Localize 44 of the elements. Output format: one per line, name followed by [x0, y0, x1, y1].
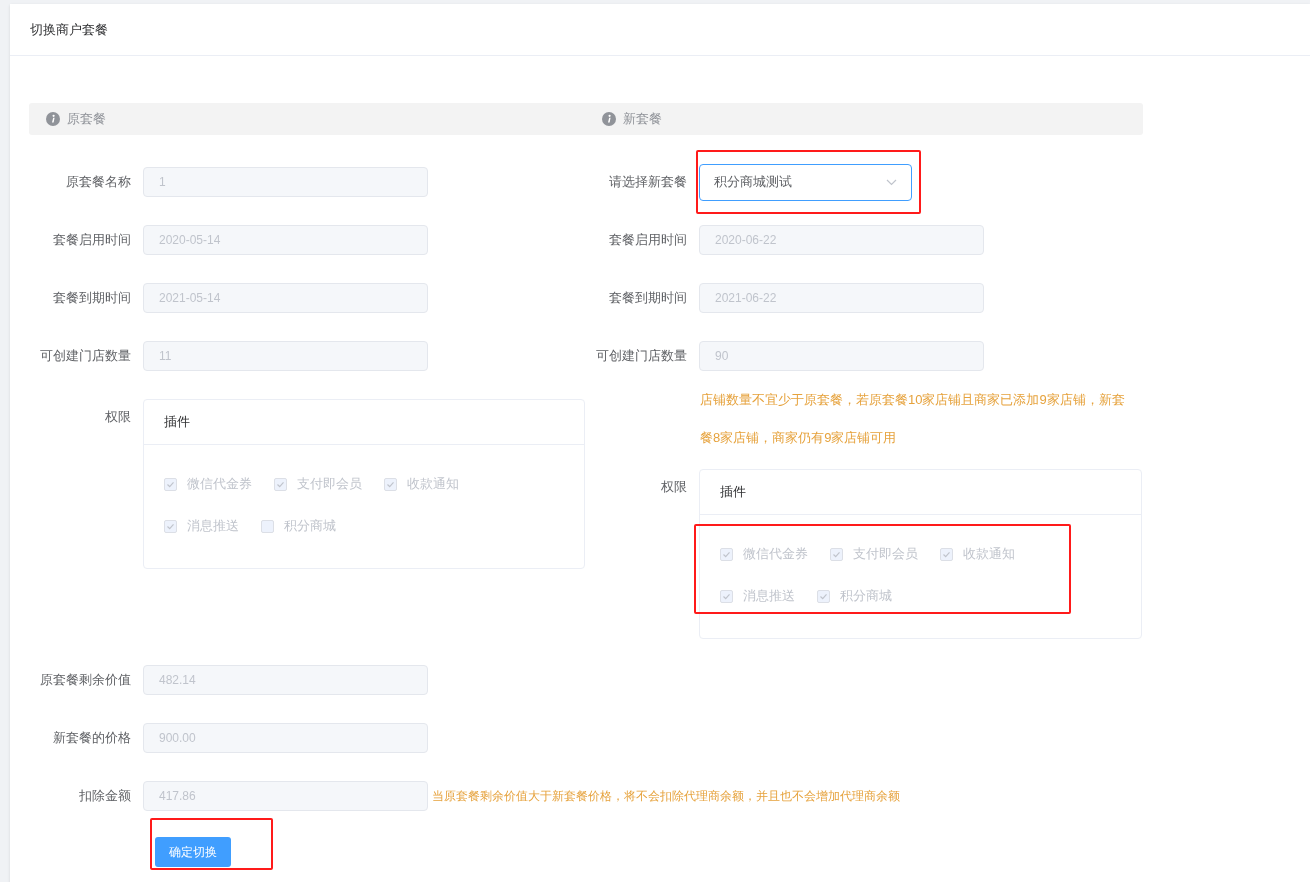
deduction-hint: 当原套餐剩余价值大于新套餐价格，将不会扣除代理商余额，并且也不会增加代理商余额: [432, 788, 900, 805]
plugin-checkbox[interactable]: 积分商城: [817, 586, 892, 606]
card-title: 插件: [163, 413, 190, 432]
check-icon: [832, 549, 841, 559]
chevron-down-icon: [886, 178, 897, 186]
check-icon: [722, 549, 731, 559]
field-label: 扣除金额: [78, 787, 132, 806]
field-label: 套餐到期时间: [52, 289, 132, 308]
plugin-checkbox[interactable]: 微信代金券: [163, 474, 252, 494]
field-label: 新套餐的价格: [52, 729, 132, 748]
field-label: 可创建门店数量: [595, 347, 688, 366]
check-icon: [722, 591, 731, 601]
plugin-checkbox[interactable]: 支付即会员: [273, 474, 362, 494]
plugin-checkbox[interactable]: 积分商城: [260, 516, 336, 536]
confirm-switch-button[interactable]: 确定切换: [155, 837, 231, 867]
plugin-checkbox[interactable]: 支付即会员: [830, 544, 918, 564]
plugin-checkbox[interactable]: 消息推送: [163, 516, 239, 536]
field-label: 套餐启用时间: [608, 231, 688, 250]
check-icon: [165, 521, 175, 531]
check-icon: [385, 479, 395, 489]
check-icon: [275, 479, 285, 489]
plugin-checkbox[interactable]: 微信代金券: [720, 544, 808, 564]
field-label: 权限: [103, 408, 132, 426]
page-title: 切换商户套餐: [30, 20, 108, 39]
field-label: 套餐启用时间: [52, 231, 132, 250]
field-label: 权限: [660, 478, 688, 496]
section-title: 原套餐: [67, 110, 106, 129]
plugin-checkbox[interactable]: 收款通知: [940, 544, 1015, 564]
field-label: 请选择新套餐: [608, 173, 688, 192]
field-label: 原套餐名称: [65, 173, 132, 192]
check-icon: [165, 479, 175, 489]
card-title: 插件: [720, 483, 746, 502]
info-icon: [602, 112, 616, 126]
field-label: 原套餐剩余价值: [39, 671, 132, 690]
package-select[interactable]: 积分商城测试: [699, 163, 912, 201]
field-label: 可创建门店数量: [39, 347, 132, 366]
check-icon: [819, 591, 828, 601]
plugin-checkbox[interactable]: 消息推送: [720, 586, 795, 606]
field-label: 套餐到期时间: [608, 289, 688, 308]
info-icon: [46, 112, 60, 126]
plugin-checkbox[interactable]: 收款通知: [383, 474, 459, 494]
section-title: 新套餐: [623, 110, 662, 129]
store-count-hint: 店铺数量不宜少于原套餐，若原套餐10家店铺且商家已添加9家店铺，新套餐8家店铺，商家仍有9家店铺可用: [700, 391, 1126, 447]
check-icon: [942, 549, 951, 559]
